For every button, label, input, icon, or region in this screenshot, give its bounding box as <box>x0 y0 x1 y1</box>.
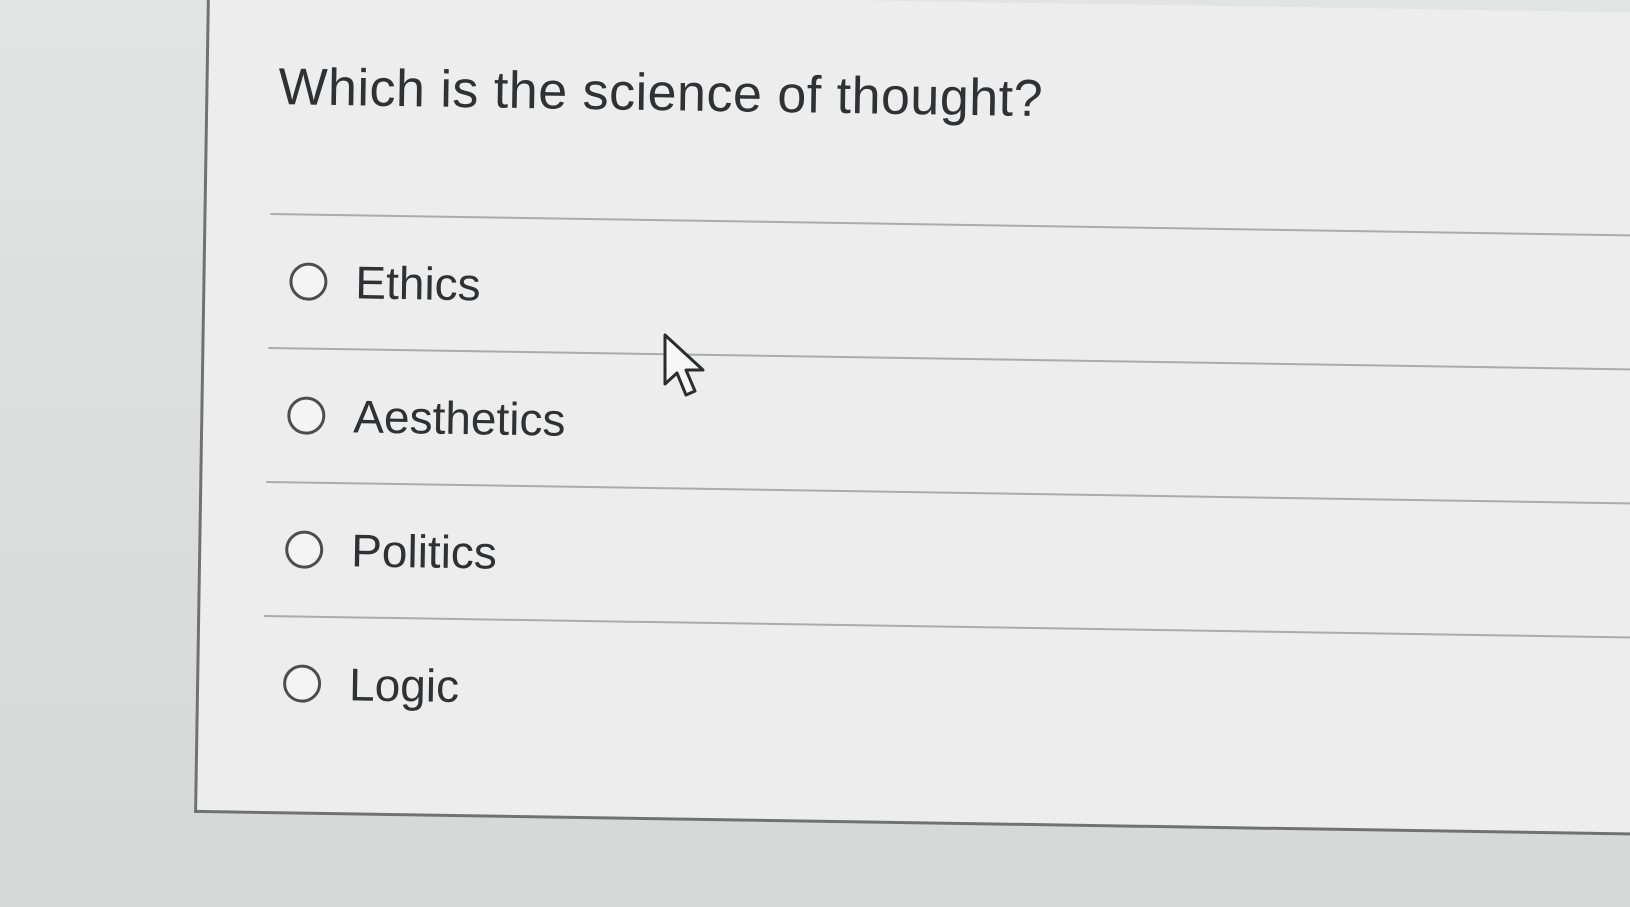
radio-button-icon[interactable] <box>289 262 328 301</box>
answer-option-ethics[interactable]: Ethics <box>268 213 1630 369</box>
answer-label-aesthetics: Aesthetics <box>352 390 566 446</box>
answer-label-politics: Politics <box>350 524 498 579</box>
question-card: Which is the science of thought? Ethics … <box>194 0 1630 836</box>
answer-option-aesthetics[interactable]: Aesthetics <box>266 347 1630 503</box>
answer-label-logic: Logic <box>348 658 460 713</box>
answer-option-logic[interactable]: Logic <box>262 614 1630 771</box>
question-text: Which is the science of thought? <box>278 58 1044 129</box>
radio-button-icon[interactable] <box>287 396 326 435</box>
answer-option-politics[interactable]: Politics <box>264 480 1630 637</box>
answer-label-ethics: Ethics <box>355 256 482 311</box>
radio-button-icon[interactable] <box>284 530 324 569</box>
radio-button-icon[interactable] <box>282 664 322 703</box>
mouse-pointer-icon <box>663 333 705 397</box>
answer-options: Ethics Aesthetics Politics Logic <box>262 213 1630 771</box>
